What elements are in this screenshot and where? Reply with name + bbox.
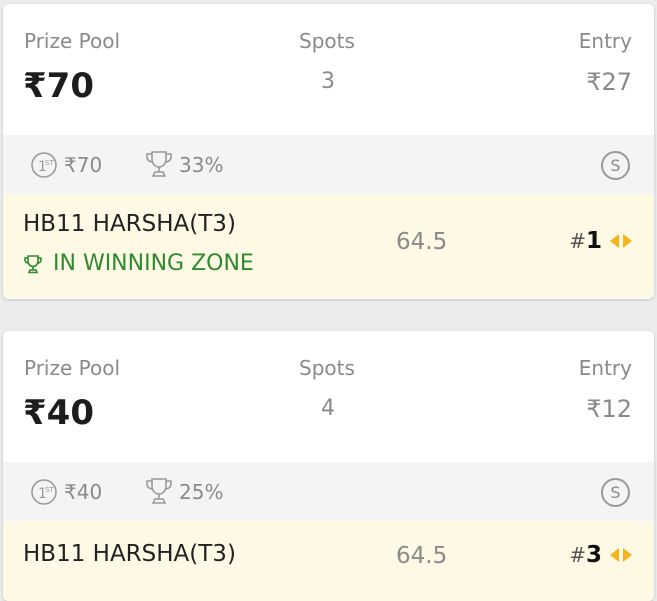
team-name: HB11 HARSHA(T3) [23, 211, 236, 237]
entry-value: ₹12 [586, 395, 632, 423]
team-rank: #1 [569, 228, 602, 254]
winning-zone-text: IN WINNING ZONE [53, 251, 254, 276]
joined-team-row[interactable]: HB11 HARSHA(T3) 64.5 #3 [3, 521, 654, 601]
svg-text:ST: ST [45, 159, 54, 167]
entry-value: ₹27 [586, 68, 632, 96]
first-place-medal-icon: 1 ST [31, 479, 57, 505]
up-down-arrows-icon [610, 548, 632, 562]
winners-percent: 33% [179, 153, 224, 177]
single-entry-badge: S [601, 151, 630, 180]
trophy-icon [24, 254, 42, 273]
winning-zone-status: IN WINNING ZONE [23, 251, 254, 276]
joined-team-row[interactable]: HB11 HARSHA(T3) IN WINNING ZONE 64.5 #1 [3, 194, 654, 298]
team-name: HB11 HARSHA(T3) [23, 541, 236, 567]
contest-summary: Prize Pool Spots Entry ₹70 3 ₹27 [3, 4, 654, 135]
contest-card[interactable]: Prize Pool Spots Entry ₹40 4 ₹12 1 ST ₹4… [3, 331, 654, 601]
svg-text:ST: ST [45, 486, 54, 494]
rank-prefix: # [569, 229, 586, 253]
first-prize-amount: ₹70 [64, 153, 103, 177]
first-prize-amount: ₹40 [64, 480, 103, 504]
prize-pool-value: ₹40 [23, 393, 94, 433]
first-place-medal-icon: 1 ST [31, 152, 57, 178]
contest-card[interactable]: Prize Pool Spots Entry ₹70 3 ₹27 1 ST ₹7… [3, 4, 654, 299]
spots-label: Spots [299, 29, 355, 53]
contest-details-bar: 1 ST ₹70 33% S [3, 135, 654, 194]
up-down-arrows-icon [610, 234, 632, 248]
prize-pool-label: Prize Pool [24, 356, 121, 380]
trophy-icon [146, 478, 172, 504]
contest-details-bar: 1 ST ₹40 25% S [3, 462, 654, 521]
rank-value: 1 [585, 228, 602, 254]
single-entry-badge: S [601, 478, 630, 507]
prize-pool-value: ₹70 [23, 66, 94, 106]
prize-pool-label: Prize Pool [24, 29, 121, 53]
entry-label: Entry [578, 29, 632, 53]
team-points: 64.5 [396, 229, 448, 255]
team-rank: #3 [569, 542, 602, 568]
contest-summary: Prize Pool Spots Entry ₹40 4 ₹12 [3, 331, 654, 462]
rank-prefix: # [569, 543, 586, 567]
team-points: 64.5 [396, 543, 448, 569]
entry-label: Entry [578, 356, 632, 380]
spots-value: 3 [321, 69, 335, 94]
spots-value: 4 [321, 396, 335, 421]
winners-percent: 25% [179, 480, 224, 504]
spots-label: Spots [299, 356, 355, 380]
trophy-icon [146, 151, 172, 177]
rank-value: 3 [585, 542, 602, 568]
